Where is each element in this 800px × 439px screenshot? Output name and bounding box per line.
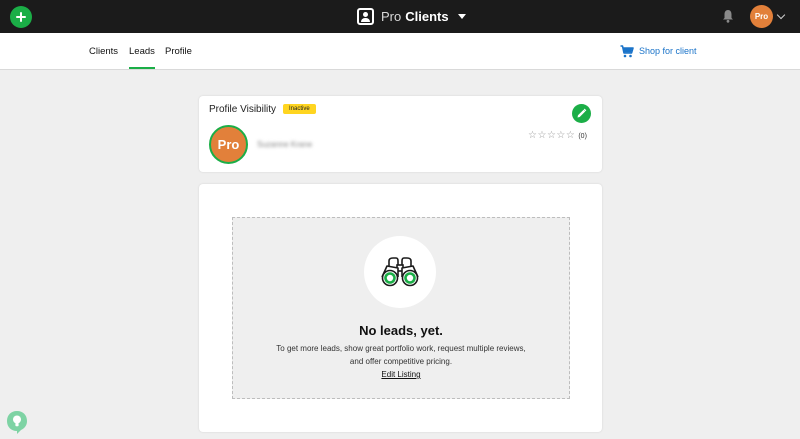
pencil-icon	[577, 108, 587, 118]
star-rating: ☆ ☆ ☆ ☆ ☆ (0)	[528, 131, 587, 141]
star-icon: ☆	[556, 130, 566, 141]
tab-leads[interactable]: Leads	[129, 46, 155, 69]
shop-for-client-link[interactable]: Shop for client	[620, 43, 697, 59]
add-button[interactable]	[10, 6, 32, 28]
empty-state: No leads, yet. To get more leads, show g…	[232, 217, 570, 399]
profile-visibility-card: Profile Visibility Inactive Pro Suzanne …	[199, 96, 602, 172]
binoculars-icon	[381, 257, 419, 287]
brand-switcher[interactable]: Pro Clients	[357, 7, 466, 26]
user-box-icon	[357, 8, 374, 25]
cart-icon	[620, 44, 634, 57]
empty-illustration	[364, 236, 436, 308]
top-bar: Pro Clients Pro	[0, 0, 800, 33]
avatar[interactable]: Pro	[750, 5, 773, 28]
pro-avatar: Pro	[209, 125, 248, 164]
review-count: (0)	[578, 132, 587, 140]
empty-state-description: To get more leads, show great portfolio …	[233, 342, 569, 368]
star-icon: ☆	[528, 130, 537, 141]
profile-visibility-title: Profile Visibility	[209, 104, 277, 115]
star-icon: ☆	[546, 130, 556, 141]
status-badge: Inactive	[283, 104, 316, 114]
lightbulb-chat-icon[interactable]	[6, 410, 28, 435]
star-icon: ☆	[537, 130, 547, 141]
leads-card: No leads, yet. To get more leads, show g…	[199, 184, 602, 432]
tab-clients[interactable]: Clients	[89, 46, 118, 69]
edit-listing-container: Edit Listing	[233, 370, 569, 379]
shop-for-client-label: Shop for client	[639, 46, 697, 56]
empty-state-title: No leads, yet.	[359, 323, 443, 338]
nav-bar: Clients Leads Profile Shop for client	[0, 33, 800, 70]
tab-profile[interactable]: Profile	[165, 46, 192, 69]
chevron-down-icon[interactable]	[776, 10, 786, 20]
bell-icon[interactable]	[722, 9, 734, 23]
pro-name: Suzanne Krane	[257, 140, 313, 149]
caret-down-icon	[457, 14, 466, 19]
empty-state-description-line: To get more leads, show great portfolio …	[276, 344, 526, 353]
edit-profile-button[interactable]	[572, 104, 591, 123]
brand-name: Clients	[405, 9, 449, 24]
brand-prefix: Pro	[381, 9, 402, 24]
star-icon: ☆	[565, 130, 575, 141]
edit-listing-link[interactable]: Edit Listing	[381, 370, 420, 379]
empty-state-description-line: and offer competitive pricing.	[349, 357, 453, 366]
